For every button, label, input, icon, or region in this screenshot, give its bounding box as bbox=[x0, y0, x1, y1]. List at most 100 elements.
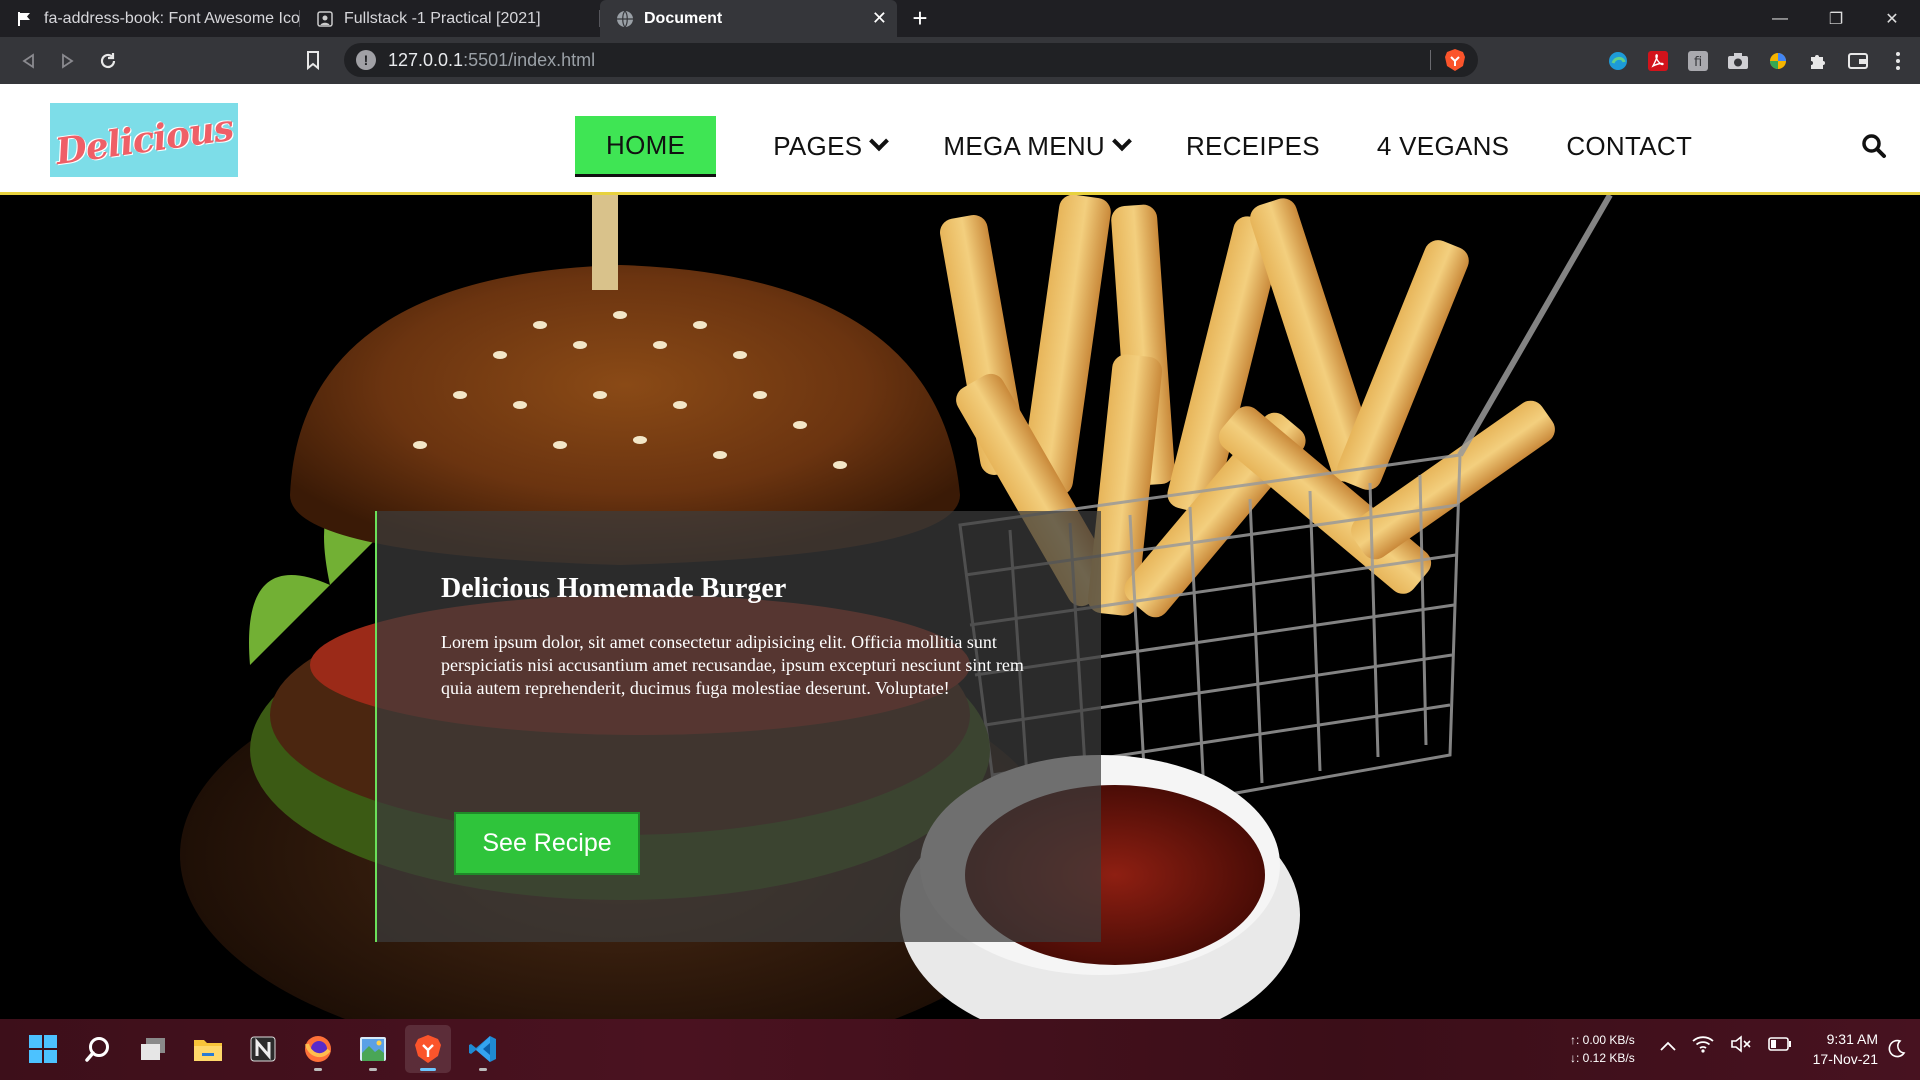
address-divider bbox=[1430, 50, 1431, 70]
chevron-down-icon bbox=[1112, 130, 1132, 151]
url-path: :5501/index.html bbox=[463, 49, 596, 70]
task-view-icon bbox=[141, 1038, 165, 1060]
windows-start-icon bbox=[29, 1035, 57, 1063]
see-recipe-button[interactable]: See Recipe bbox=[454, 812, 640, 875]
forward-button[interactable] bbox=[48, 41, 88, 81]
site-header: Delicious HOME PAGES MEGA MENU RECEIPES … bbox=[0, 84, 1920, 195]
tab-font-awesome[interactable]: fa-address-book: Font Awesome Icons bbox=[0, 0, 300, 37]
back-button[interactable] bbox=[8, 41, 48, 81]
generic-extension-icon[interactable]: fi bbox=[1684, 47, 1712, 75]
brave-icon bbox=[415, 1035, 441, 1063]
system-clock[interactable]: 9:31 AM 17-Nov-21 bbox=[1813, 1029, 1878, 1069]
windows-taskbar: ↑: 0.00 KB/s ↓: 0.12 KB/s 9:31 AM 17-Nov… bbox=[0, 1019, 1920, 1080]
close-tab-icon[interactable]: ✕ bbox=[872, 8, 887, 29]
address-bar[interactable]: ! 127.0.0.1:5501/index.html bbox=[344, 43, 1478, 77]
hero-banner: Delicious Homemade Burger Lorem ipsum do… bbox=[0, 195, 1920, 1019]
bookmark-icon bbox=[307, 51, 319, 71]
extension-icons: fi bbox=[1604, 45, 1912, 77]
tab-fullstack[interactable]: Fullstack -1 Practical [2021] bbox=[300, 0, 600, 37]
forward-icon bbox=[62, 52, 74, 69]
color-picker-extension-icon[interactable] bbox=[1764, 47, 1792, 75]
menu-icon[interactable] bbox=[1884, 47, 1912, 75]
reload-icon bbox=[100, 52, 116, 68]
nav-mega-menu[interactable]: MEGA MENU bbox=[943, 116, 1132, 177]
classroom-icon bbox=[316, 10, 334, 28]
wifi-icon[interactable] bbox=[1692, 1035, 1714, 1058]
running-indicator bbox=[420, 1068, 436, 1071]
volume-muted-icon[interactable] bbox=[1730, 1035, 1752, 1058]
edge-extension-icon[interactable] bbox=[1604, 47, 1632, 75]
clock-time: 9:31 AM bbox=[1826, 1031, 1878, 1047]
search-button[interactable] bbox=[1861, 133, 1887, 159]
notion-icon bbox=[250, 1036, 276, 1062]
tab-title: Fullstack -1 Practical [2021] bbox=[344, 9, 541, 27]
nav-4-vegans[interactable]: 4 VEGANS bbox=[1377, 116, 1509, 177]
url-host: 127.0.0.1 bbox=[388, 49, 464, 70]
taskbar-search-button[interactable] bbox=[75, 1025, 121, 1073]
recipe-title: Delicious Homemade Burger bbox=[441, 573, 787, 604]
nav-label: PAGES bbox=[773, 131, 863, 161]
vscode-icon bbox=[469, 1036, 496, 1062]
site-info-icon[interactable]: ! bbox=[356, 50, 376, 70]
camera-extension-icon[interactable] bbox=[1724, 47, 1752, 75]
url-text[interactable]: 127.0.0.1:5501/index.html bbox=[388, 50, 595, 71]
network-speed-meter: ↑: 0.00 KB/s ↓: 0.12 KB/s bbox=[1570, 1031, 1635, 1067]
start-button[interactable] bbox=[20, 1025, 66, 1073]
bookmark-button[interactable] bbox=[300, 47, 326, 73]
tab-title: fa-address-book: Font Awesome Icons bbox=[44, 9, 300, 27]
taskbar-apps bbox=[20, 1025, 506, 1073]
pdf-extension-icon[interactable] bbox=[1644, 47, 1672, 75]
puzzle-icon[interactable] bbox=[1804, 47, 1832, 75]
notification-moon-icon[interactable] bbox=[1886, 1039, 1906, 1059]
search-icon bbox=[1862, 134, 1886, 158]
nav-receipes[interactable]: RECEIPES bbox=[1186, 116, 1320, 177]
clock-date: 17-Nov-21 bbox=[1812, 1051, 1878, 1067]
brave-shields-icon[interactable] bbox=[1444, 48, 1466, 72]
logo-text: Delicious bbox=[52, 106, 236, 174]
search-icon bbox=[85, 1037, 109, 1062]
recipe-card: Delicious Homemade Burger Lorem ipsum do… bbox=[375, 511, 1101, 942]
svg-text:fi: fi bbox=[1694, 55, 1702, 70]
notion-button[interactable] bbox=[240, 1025, 286, 1073]
tab-document[interactable]: Document ✕ bbox=[600, 0, 897, 37]
nav-pages[interactable]: PAGES bbox=[773, 116, 890, 177]
flag-icon bbox=[16, 10, 34, 28]
new-tab-button[interactable]: + bbox=[897, 0, 943, 37]
firefox-button[interactable] bbox=[295, 1025, 341, 1073]
download-speed: ↓: 0.12 KB/s bbox=[1570, 1051, 1635, 1065]
running-indicator bbox=[479, 1068, 487, 1071]
firefox-icon bbox=[305, 1036, 331, 1062]
file-explorer-icon bbox=[194, 1040, 222, 1061]
chevron-up-icon[interactable] bbox=[1660, 1038, 1676, 1056]
battery-icon[interactable] bbox=[1768, 1037, 1792, 1056]
nav-home[interactable]: HOME bbox=[575, 116, 717, 177]
web-page: Delicious HOME PAGES MEGA MENU RECEIPES … bbox=[0, 84, 1920, 1019]
tab-title: Document bbox=[644, 9, 723, 27]
photos-button[interactable] bbox=[350, 1025, 396, 1073]
wallet-icon[interactable] bbox=[1844, 47, 1872, 75]
minimize-button[interactable]: — bbox=[1752, 0, 1808, 37]
site-logo[interactable]: Delicious bbox=[50, 103, 238, 177]
running-indicator bbox=[314, 1068, 322, 1071]
maximize-button[interactable]: ❐ bbox=[1808, 0, 1864, 37]
main-navigation: HOME PAGES MEGA MENU RECEIPES 4 VEGANS C… bbox=[575, 115, 1749, 178]
nav-label: HOME bbox=[606, 129, 686, 160]
vscode-button[interactable] bbox=[460, 1025, 506, 1073]
brave-button[interactable] bbox=[405, 1025, 451, 1073]
photos-icon bbox=[360, 1037, 386, 1061]
browser-toolbar: ! 127.0.0.1:5501/index.html fi bbox=[0, 37, 1920, 84]
browser-tab-bar: fa-address-book: Font Awesome Icons Full… bbox=[0, 0, 1920, 37]
nav-label: 4 VEGANS bbox=[1376, 131, 1510, 161]
chevron-down-icon bbox=[869, 130, 890, 151]
file-explorer-button[interactable] bbox=[185, 1025, 231, 1073]
recipe-description: Lorem ipsum dolor, sit amet consectetur … bbox=[441, 632, 1024, 698]
nav-contact[interactable]: CONTACT bbox=[1566, 116, 1692, 177]
reload-button[interactable] bbox=[88, 41, 128, 81]
nav-label: RECEIPES bbox=[1185, 131, 1320, 161]
nav-label: CONTACT bbox=[1566, 131, 1693, 161]
nav-label: MEGA MENU bbox=[943, 131, 1105, 161]
running-indicator bbox=[369, 1068, 377, 1071]
task-view-button[interactable] bbox=[130, 1025, 176, 1073]
window-controls: — ❐ ✕ bbox=[1752, 0, 1920, 37]
close-window-button[interactable]: ✕ bbox=[1864, 0, 1920, 37]
